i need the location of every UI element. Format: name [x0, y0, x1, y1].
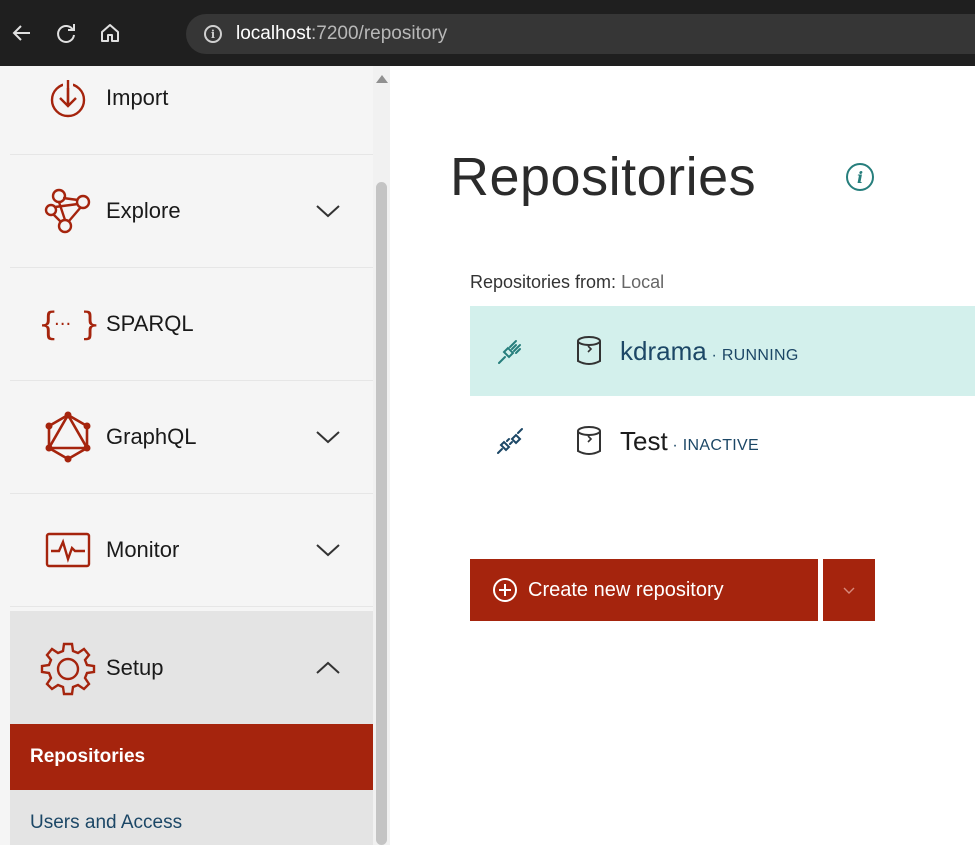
arrow-left-icon [12, 25, 30, 41]
sidebar-item-label: Explore [106, 198, 181, 223]
database-icon [572, 424, 606, 458]
browser-toolbar: i localhost:7200/repository [0, 0, 975, 66]
svg-text:}: } [80, 305, 100, 343]
sidebar-subitem-users-and-access[interactable]: Users and Access [10, 790, 373, 845]
repository-status: · RUNNING [706, 346, 799, 364]
chevron-down-icon[interactable] [312, 421, 344, 453]
site-info-icon[interactable]: i [204, 25, 222, 43]
sidebar-item-explore[interactable]: Explore [10, 155, 373, 268]
plug-connected-icon[interactable] [492, 333, 528, 369]
import-icon [32, 66, 104, 130]
graphql-icon [32, 405, 104, 469]
create-repository-label: Create new repository [528, 578, 724, 601]
url-path: :7200/repository [311, 23, 448, 44]
back-button[interactable] [6, 16, 38, 50]
chevron-down-icon[interactable] [312, 534, 344, 566]
chevron-down-icon [843, 587, 855, 594]
sidebar-item-setup[interactable]: Setup [10, 611, 373, 724]
monitor-icon [32, 518, 104, 582]
main-content: Repositories i Repositories from: Local … [390, 66, 975, 845]
repository-name[interactable]: kdrama · RUNNING [620, 336, 799, 367]
scroll-up-arrow-icon[interactable] [373, 74, 390, 88]
plug-disconnected-icon[interactable] [492, 423, 528, 459]
reload-button[interactable] [50, 16, 82, 50]
chevron-up-icon[interactable] [312, 652, 344, 684]
sidebar-item-label: GraphQL [106, 424, 197, 449]
explore-icon [32, 179, 104, 243]
repositories-from: Repositories from: Local [470, 272, 664, 293]
chevron-down-icon[interactable] [312, 195, 344, 227]
page-title: Repositories [450, 147, 757, 207]
repository-row-test[interactable]: Test · INACTIVE [470, 396, 975, 486]
sidebar-item-label: Setup [106, 654, 164, 680]
repositories-from-label: Repositories from: [470, 272, 617, 292]
sidebar-item-graphql[interactable]: GraphQL [10, 381, 373, 494]
sidebar-item-monitor[interactable]: Monitor [10, 494, 373, 607]
gear-icon [32, 636, 104, 700]
sidebar-item-sparql[interactable]: {···} SPARQL [10, 268, 373, 381]
home-icon [101, 24, 119, 42]
create-repository-button[interactable]: Create new repository [470, 559, 818, 621]
sidebar-item-label: Monitor [106, 537, 180, 562]
repository-name[interactable]: Test · INACTIVE [620, 426, 759, 457]
scrollbar-thumb[interactable] [376, 182, 387, 845]
plus-circle-icon [493, 578, 517, 602]
sidebar-item-import[interactable]: Import [10, 66, 373, 155]
database-icon [572, 334, 606, 368]
sidebar-nav: Import Explore {···} SPARQL GraphQL Moni… [10, 66, 373, 845]
repositories-from-value[interactable]: Local [621, 272, 664, 292]
repository-row-kdrama[interactable]: kdrama · RUNNING [470, 306, 975, 396]
reload-icon [57, 24, 75, 43]
sidebar-item-label: SPARQL [106, 311, 194, 336]
create-options-dropdown-button[interactable] [823, 559, 875, 621]
sidebar-scrollbar[interactable] [373, 66, 390, 845]
svg-text:···: ··· [54, 314, 71, 335]
home-button[interactable] [94, 16, 126, 50]
sidebar-item-label: Import [106, 85, 169, 110]
repository-status: · INACTIVE [667, 436, 759, 454]
info-icon[interactable]: i [846, 163, 874, 191]
url-host: localhost [236, 23, 311, 44]
address-bar[interactable]: i localhost:7200/repository [186, 14, 975, 54]
sidebar-subitem-repositories[interactable]: Repositories [10, 724, 373, 790]
sparql-icon: {···} [32, 292, 104, 356]
sidebar: Import Explore {···} SPARQL GraphQL Moni… [0, 66, 390, 845]
